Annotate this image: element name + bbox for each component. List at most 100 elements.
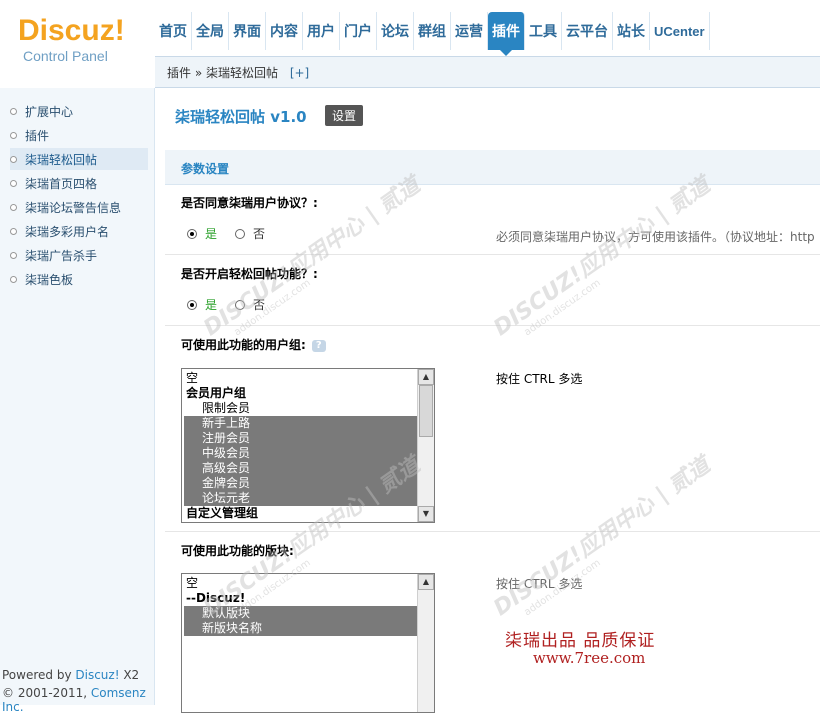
circle-bullet-icon [10, 107, 17, 115]
row-divider [165, 325, 820, 326]
setting-button[interactable]: 设置 [325, 105, 364, 126]
sidebar-item-ad-killer[interactable]: 柒瑞广告杀手 [10, 244, 148, 266]
user-group-option[interactable]: 论坛元老 [184, 491, 418, 506]
user-groups-options: 空 会员用户组 限制会员 新手上路 注册会员 中级会员 高级会员 金牌会员 论坛… [184, 371, 418, 521]
sidebar-item-home-grid[interactable]: 柒瑞首页四格 [10, 172, 148, 194]
sidebar-item-easy-reply[interactable]: 柒瑞轻松回帖 [10, 148, 148, 170]
enable-easy-reply-yes-radio[interactable] [187, 299, 197, 310]
nav-interface[interactable]: 界面 [229, 12, 266, 50]
agree-terms-radio-group: 是 否 [187, 225, 265, 242]
nav-plugins[interactable]: 插件 [488, 12, 525, 56]
sidebar-item-label: 扩展中心 [25, 104, 74, 119]
nav-forum[interactable]: 论坛 [377, 12, 414, 50]
user-group-option[interactable]: 金牌会员 [184, 476, 418, 491]
agree-terms-no-radio[interactable] [235, 228, 246, 239]
circle-bullet-icon [10, 275, 17, 283]
enable-easy-reply-yes-label[interactable]: 是 [205, 296, 217, 313]
user-groups-label-row: 可使用此功能的用户组:? [181, 336, 326, 353]
section-header: 参数设置 [165, 150, 820, 185]
sidebar-item-label: 柒瑞色板 [25, 272, 74, 287]
sidebar-item-extension-center[interactable]: 扩展中心 [10, 100, 148, 122]
copyright-prefix: © 2001-2011, [2, 686, 91, 700]
sidebar: 扩展中心 插件 柒瑞轻松回帖 柒瑞首页四格 柒瑞论坛警告信息 柒瑞多彩用户名 柒… [0, 88, 155, 714]
row-divider [165, 254, 820, 255]
logo-main-text: Discuz! [18, 14, 125, 47]
sidebar-item-plugins[interactable]: 插件 [10, 124, 148, 146]
nav-portal[interactable]: 门户 [340, 12, 377, 50]
circle-bullet-icon [10, 251, 17, 259]
forum-option[interactable]: 空 [184, 576, 418, 591]
scroll-up-arrow-icon[interactable]: ▲ [418, 574, 434, 590]
enable-easy-reply-label: 是否开启轻松回帖功能？: [181, 267, 318, 281]
circle-bullet-icon [10, 179, 17, 187]
user-group-option[interactable]: 限制会员 [184, 401, 418, 416]
sidebar-item-label: 柒瑞轻松回帖 [25, 152, 98, 167]
discuz-link[interactable]: Discuz! [75, 668, 119, 682]
user-groups-scrollbar[interactable]: ▲ ▼ [417, 369, 434, 522]
sidebar-item-label: 柒瑞广告杀手 [25, 248, 98, 263]
user-groups-select[interactable]: 空 会员用户组 限制会员 新手上路 注册会员 中级会员 高级会员 金牌会员 论坛… [181, 368, 435, 523]
forums-scrollbar[interactable]: ▲ [417, 574, 434, 712]
powered-prefix: Powered by [2, 668, 76, 682]
main-content: 柒瑞轻松回帖 v1.0 设置 参数设置 是否同意柒瑞用户协议？: 是 否 必须同… [155, 88, 820, 713]
watermark-text: DISCUZ!应用中心 | 贰道 [489, 452, 715, 622]
forum-optgroup: --Discuz! [186, 591, 246, 605]
agree-terms-yes-radio[interactable] [187, 228, 197, 239]
user-group-option[interactable]: 新手上路 [184, 416, 418, 431]
agree-terms-label: 是否同意柒瑞用户协议？: [181, 196, 318, 210]
sidebar-item-label: 柒瑞论坛警告信息 [25, 200, 122, 215]
nav-content[interactable]: 内容 [266, 12, 303, 50]
breadcrumb-add-button[interactable]: [+] [290, 66, 309, 80]
powered-suffix: X2 [119, 668, 140, 682]
scroll-down-arrow-icon[interactable]: ▼ [418, 506, 434, 522]
scrollbar-thumb[interactable] [419, 385, 433, 437]
row-divider [165, 531, 820, 532]
section-title: 参数设置 [181, 162, 230, 176]
sidebar-item-label: 柒瑞首页四格 [25, 176, 98, 191]
breadcrumb-text: 插件 » 柒瑞轻松回帖 [167, 66, 278, 80]
nav-users[interactable]: 用户 [303, 12, 340, 50]
user-group-option[interactable]: 注册会员 [184, 431, 418, 446]
forums-select[interactable]: 空 --Discuz! 默认版块 新版块名称 ▲ [181, 573, 435, 713]
forums-options: 空 --Discuz! 默认版块 新版块名称 [184, 576, 418, 636]
watermark-logo: DISCUZ!应用中心 | 贰道 addon.discuz.com [486, 448, 722, 631]
circle-bullet-icon [10, 131, 17, 139]
nav-ucenter[interactable]: UCenter [650, 12, 710, 50]
watermark-logo: DISCUZ!应用中心 | 贰道 addon.discuz.com [486, 168, 722, 351]
nav-operation[interactable]: 运营 [451, 12, 488, 50]
nav-tools[interactable]: 工具 [525, 12, 562, 50]
sidebar-item-color-palette[interactable]: 柒瑞色板 [10, 268, 148, 290]
promo-slogan: 柒瑞出品 品质保证 [505, 631, 656, 651]
agree-terms-tip: 必须同意柒瑞用户协议，方可使用该插件。（协议地址：http [496, 230, 815, 244]
watermark-text: DISCUZ!应用中心 | 贰道 [489, 172, 715, 342]
agree-terms-no-label[interactable]: 否 [253, 225, 265, 242]
nav-home[interactable]: 首页 [155, 12, 192, 50]
nav-cloud[interactable]: 云平台 [562, 12, 613, 50]
nav-group[interactable]: 群组 [414, 12, 451, 50]
help-icon[interactable]: ? [311, 339, 326, 352]
enable-easy-reply-no-label[interactable]: 否 [253, 296, 265, 313]
logo-sub-text: Control Panel [23, 48, 108, 64]
watermark-url: addon.discuz.com [522, 277, 603, 339]
breadcrumb: 插件 » 柒瑞轻松回帖 [+] [167, 64, 309, 81]
scroll-up-arrow-icon[interactable]: ▲ [418, 369, 434, 385]
enable-easy-reply-radio-group: 是 否 [187, 296, 265, 313]
enable-easy-reply-no-radio[interactable] [235, 299, 246, 310]
agree-terms-yes-label[interactable]: 是 [205, 225, 217, 242]
user-groups-tip: 按住 CTRL 多选 [496, 372, 583, 386]
nav-webmaster[interactable]: 站长 [613, 12, 650, 50]
forums-tip: 按住 CTRL 多选 [496, 577, 583, 591]
user-group-option[interactable]: 高级会员 [184, 461, 418, 476]
forum-option[interactable]: 新版块名称 [184, 621, 418, 636]
page-title: 柒瑞轻松回帖 v1.0 [175, 108, 307, 126]
sidebar-item-forum-warning[interactable]: 柒瑞论坛警告信息 [10, 196, 148, 218]
nav-global[interactable]: 全局 [192, 12, 229, 50]
sidebar-item-colorful-username[interactable]: 柒瑞多彩用户名 [10, 220, 148, 242]
user-group-option[interactable]: 空 [184, 371, 418, 386]
forum-option[interactable]: 默认版块 [184, 606, 418, 621]
top-nav: 首页 全局 界面 内容 用户 门户 论坛 群组 运营 插件 工具 云平台 站长 … [155, 12, 710, 56]
user-group-option[interactable]: 中级会员 [184, 446, 418, 461]
discuz-logo[interactable]: Discuz! Control Panel [18, 14, 148, 74]
user-group-optgroup: 会员用户组 [186, 386, 247, 400]
circle-bullet-icon [10, 227, 17, 235]
